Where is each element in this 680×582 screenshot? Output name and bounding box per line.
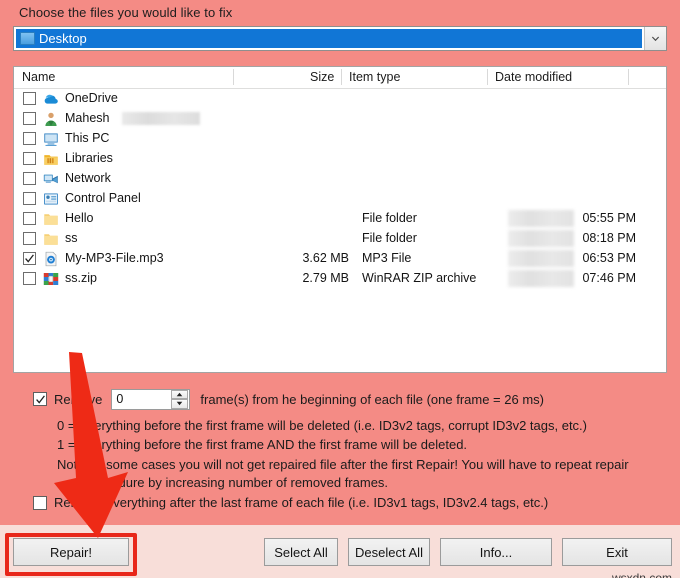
chevron-down-icon[interactable] xyxy=(644,27,666,50)
column-divider[interactable] xyxy=(341,69,342,85)
control-panel-icon xyxy=(43,191,59,207)
row-name: Hello xyxy=(65,211,94,225)
redacted-text xyxy=(122,112,200,125)
deselect-all-button[interactable]: Deselect All xyxy=(348,538,430,566)
row-checkbox[interactable] xyxy=(23,92,36,105)
row-checkbox[interactable] xyxy=(23,272,36,285)
row-name: ss.zip xyxy=(65,271,97,285)
column-header-date-modified[interactable]: Date modified xyxy=(495,70,572,84)
info-line-note-cont: procedure by increasing number of remove… xyxy=(86,475,389,490)
mp3-repair-tool-window: Choose the files you would like to fix D… xyxy=(0,0,680,582)
row-name: Libraries xyxy=(65,151,113,165)
path-combobox[interactable]: Desktop xyxy=(13,26,667,51)
stepper-down-icon[interactable] xyxy=(171,399,189,409)
frames-stepper[interactable]: 0 xyxy=(111,388,191,410)
row-checkbox[interactable] xyxy=(23,132,36,145)
table-row[interactable]: This PC xyxy=(14,129,666,149)
row-name: Mahesh xyxy=(65,111,110,125)
folder-icon xyxy=(43,231,59,247)
select-all-button[interactable]: Select All xyxy=(264,538,338,566)
path-combobox-value-area[interactable]: Desktop xyxy=(16,29,642,48)
exit-button[interactable]: Exit xyxy=(562,538,672,566)
row-size: 2.79 MB xyxy=(302,271,349,285)
row-item-type: WinRAR ZIP archive xyxy=(362,271,477,285)
user-icon xyxy=(43,111,59,127)
row-checkbox[interactable] xyxy=(23,212,36,225)
column-header-item-type[interactable]: Item type xyxy=(349,70,400,84)
table-row[interactable]: Network xyxy=(14,169,666,189)
row-date-modified: 06:53 PM xyxy=(582,251,636,265)
row-name: OneDrive xyxy=(65,91,118,105)
row-name: Network xyxy=(65,171,111,185)
row-checkbox[interactable] xyxy=(23,172,36,185)
info-line-zero: 0 = Everything before the first frame wi… xyxy=(57,418,587,433)
remove-frames-suffix: frame(s) from he beginning of each file … xyxy=(200,391,544,407)
row-checkbox[interactable] xyxy=(23,192,36,205)
column-header-size[interactable]: Size xyxy=(310,70,334,84)
row-name: This PC xyxy=(65,131,110,145)
info-line-one: 1 = Everything before the first frame AN… xyxy=(57,437,468,452)
row-name: ss xyxy=(65,231,78,245)
row-date-modified: 08:18 PM xyxy=(582,231,636,245)
remove-frames-checkbox[interactable] xyxy=(33,392,47,406)
mp3-file-icon xyxy=(43,251,59,267)
table-row[interactable]: Libraries xyxy=(14,149,666,169)
frames-stepper-buttons[interactable] xyxy=(171,389,189,409)
row-name: Control Panel xyxy=(65,191,141,205)
column-divider[interactable] xyxy=(487,69,488,85)
stepper-up-icon[interactable] xyxy=(171,389,189,399)
table-row[interactable]: Mahesh xyxy=(14,109,666,129)
network-icon xyxy=(43,171,59,187)
table-row[interactable]: My-MP3-File.mp3 3.62 MB MP3 File 06:53 PM xyxy=(14,249,666,269)
path-combobox-value: Desktop xyxy=(39,31,87,46)
row-checkbox[interactable] xyxy=(23,112,36,125)
remove-trailing-label: Remove everything after the last frame o… xyxy=(54,495,549,510)
row-item-type: MP3 File xyxy=(362,251,412,265)
row-checkbox[interactable] xyxy=(23,152,36,165)
this-pc-icon xyxy=(43,131,59,147)
column-divider[interactable] xyxy=(233,69,234,85)
onedrive-icon xyxy=(43,91,59,107)
file-list-header: Name Size Item type Date modified xyxy=(14,67,666,89)
winrar-zip-icon xyxy=(43,271,59,287)
page-title: Choose the files you would like to fix xyxy=(19,5,233,20)
frames-stepper-value[interactable]: 0 xyxy=(112,392,171,406)
row-item-type: File folder xyxy=(362,211,417,225)
folder-icon xyxy=(20,32,35,45)
bottom-divider xyxy=(0,578,680,582)
row-item-type: File folder xyxy=(362,231,417,245)
table-row[interactable]: Control Panel xyxy=(14,189,666,209)
column-divider[interactable] xyxy=(628,69,629,85)
row-date-modified: 07:46 PM xyxy=(582,271,636,285)
libraries-icon xyxy=(43,151,59,167)
table-row[interactable]: ss.zip 2.79 MB WinRAR ZIP archive 07:46 PM xyxy=(14,269,666,289)
info-line-note: Note: In some cases you will not get rep… xyxy=(57,457,629,472)
row-size: 3.62 MB xyxy=(302,251,349,265)
remove-trailing-checkbox[interactable] xyxy=(33,495,47,510)
info-button[interactable]: Info... xyxy=(440,538,552,566)
file-list-rows: OneDrive Mahesh This PC Libraries Network Con… xyxy=(14,89,666,289)
row-name: My-MP3-File.mp3 xyxy=(65,251,164,265)
column-header-name[interactable]: Name xyxy=(22,70,55,84)
table-row[interactable]: OneDrive xyxy=(14,89,666,109)
remove-trailing-row: Remove everything after the last frame o… xyxy=(33,495,548,510)
row-checkbox[interactable] xyxy=(23,232,36,245)
row-date-modified: 05:55 PM xyxy=(582,211,636,225)
file-list[interactable]: Name Size Item type Date modified OneDri… xyxy=(13,66,667,373)
folder-icon xyxy=(43,211,59,227)
remove-frames-label: Remove xyxy=(54,391,103,407)
repair-button-highlight xyxy=(5,533,137,576)
table-row[interactable]: Hello File folder 05:55 PM xyxy=(14,209,666,229)
row-checkbox[interactable] xyxy=(23,252,36,265)
remove-frames-row: Remove 0 frame(s) from he beginning of e… xyxy=(33,388,544,410)
table-row[interactable]: ss File folder 08:18 PM xyxy=(14,229,666,249)
